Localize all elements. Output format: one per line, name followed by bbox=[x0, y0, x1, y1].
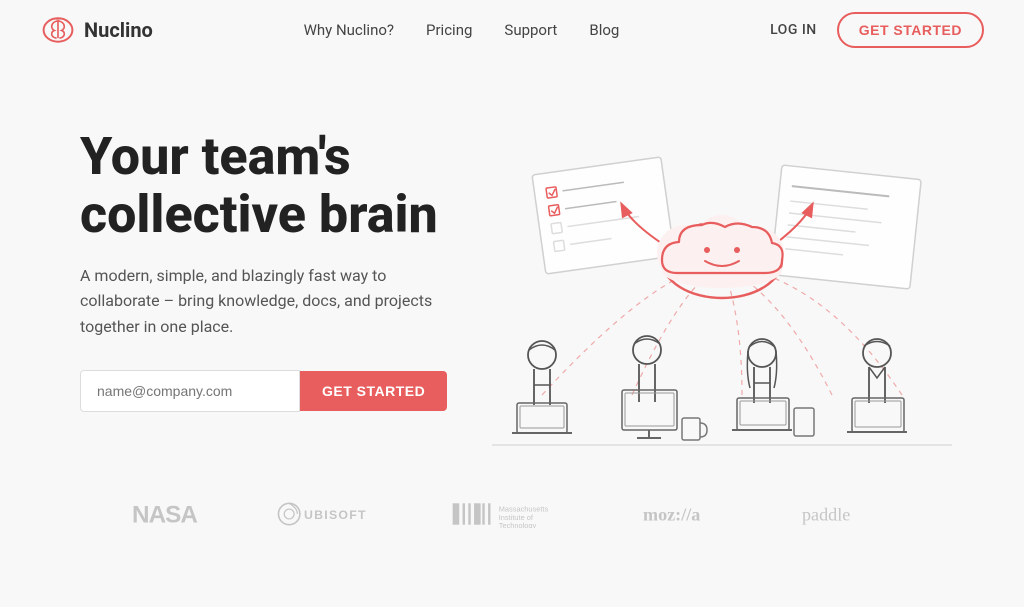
hero-form: GET STARTED bbox=[80, 370, 460, 412]
logo-nasa: NASA bbox=[132, 500, 216, 528]
svg-text:paddle: paddle bbox=[802, 505, 850, 525]
nav-pricing[interactable]: Pricing bbox=[426, 21, 472, 39]
logos-section: NASA UBISOFT Massachusetts Institute of … bbox=[0, 480, 1024, 558]
svg-text:Technology: Technology bbox=[499, 521, 537, 528]
get-started-hero-button[interactable]: GET STARTED bbox=[300, 371, 447, 411]
nav-links: Why Nuclino? Pricing Support Blog bbox=[304, 21, 620, 39]
email-input[interactable] bbox=[80, 370, 300, 412]
hero-content: Your team's collective brain A modern, s… bbox=[80, 128, 460, 411]
hero-subtitle: A modern, simple, and blazingly fast way… bbox=[80, 263, 460, 340]
svg-text:moz://a: moz://a bbox=[643, 505, 700, 525]
logo-mit: Massachusetts Institute of Technology bbox=[451, 500, 583, 528]
logo-area: Nuclino bbox=[40, 12, 153, 48]
hero-illustration bbox=[460, 80, 984, 460]
navbar-actions: LOG IN GET STARTED bbox=[770, 12, 984, 48]
hero-title: Your team's collective brain bbox=[80, 128, 460, 242]
svg-text:NASA: NASA bbox=[132, 501, 197, 528]
nav-blog[interactable]: Blog bbox=[589, 21, 619, 39]
nav-support[interactable]: Support bbox=[504, 21, 557, 39]
navbar: Nuclino Why Nuclino? Pricing Support Blo… bbox=[0, 0, 1024, 60]
logo-ubisoft: UBISOFT bbox=[276, 500, 391, 528]
logo-text: Nuclino bbox=[84, 18, 153, 42]
logo-icon bbox=[40, 12, 76, 48]
logo-mozilla: moz://a bbox=[643, 500, 742, 528]
hero-section: Your team's collective brain A modern, s… bbox=[0, 60, 1024, 480]
logo-paddle: paddle bbox=[802, 500, 893, 528]
nav-why-nuclino[interactable]: Why Nuclino? bbox=[304, 21, 394, 39]
get-started-nav-button[interactable]: GET STARTED bbox=[837, 12, 984, 48]
hero-illustration-svg bbox=[462, 85, 982, 455]
svg-text:UBISOFT: UBISOFT bbox=[304, 508, 367, 522]
login-button[interactable]: LOG IN bbox=[770, 22, 817, 38]
